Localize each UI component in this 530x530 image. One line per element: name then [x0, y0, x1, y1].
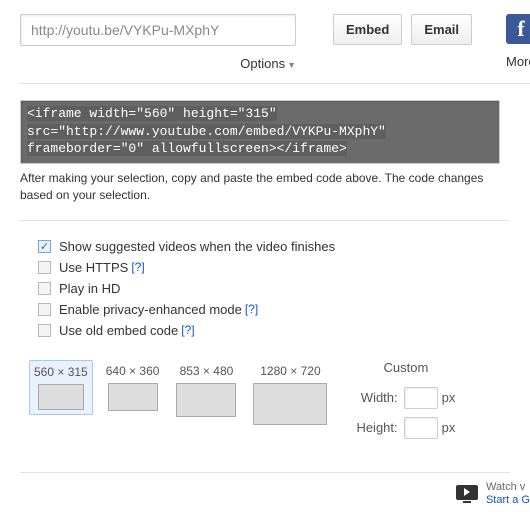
divider [20, 83, 530, 84]
embed-code-textarea[interactable]: <iframe width="560" height="315" src="ht… [20, 100, 500, 164]
option-3[interactable]: ✓ Enable privacy-enhanced mode [?] [38, 302, 530, 317]
checkbox[interactable]: ✓ [38, 282, 51, 295]
width-label: Width: [361, 390, 398, 405]
chevron-down-icon: ▼ [287, 60, 296, 70]
option-0[interactable]: ✓ Show suggested videos when the video fi… [38, 239, 530, 254]
option-label: Use HTTPS [59, 260, 128, 275]
size-label: 1280 × 720 [260, 364, 320, 378]
more-toggle[interactable]: More▼ [506, 54, 530, 69]
height-label: Height: [356, 420, 397, 435]
options-toggle[interactable]: Options▼ [20, 56, 296, 71]
option-label: Show suggested videos when the video fin… [59, 239, 335, 254]
embed-options: ✓ Show suggested videos when the video fi… [38, 239, 530, 338]
size-label: 640 × 360 [106, 364, 160, 378]
help-icon[interactable]: [?] [181, 323, 194, 337]
checkbox[interactable]: ✓ [38, 303, 51, 316]
custom-title: Custom [356, 360, 455, 375]
size-thumb [38, 384, 84, 410]
option-2[interactable]: ✓ Play in HD [38, 281, 530, 296]
option-label: Enable privacy-enhanced mode [59, 302, 242, 317]
height-input[interactable] [404, 417, 438, 439]
size-thumb [253, 383, 327, 425]
size-thumb [108, 383, 158, 411]
option-label: Use old embed code [59, 323, 178, 338]
footer-text: Watch v Start a G [486, 481, 530, 507]
size-thumb [176, 383, 236, 417]
share-url-input[interactable] [20, 14, 296, 46]
checkbox[interactable]: ✓ [38, 324, 51, 337]
checkbox[interactable]: ✓ [38, 261, 51, 274]
tv-icon [456, 485, 478, 503]
facebook-icon[interactable]: f [506, 14, 530, 44]
option-1[interactable]: ✓ Use HTTPS [?] [38, 260, 530, 275]
checkbox[interactable]: ✓ [38, 240, 51, 253]
size-option-1[interactable]: 640 × 360 [102, 360, 164, 415]
option-4[interactable]: ✓ Use old embed code [?] [38, 323, 530, 338]
divider [20, 472, 510, 473]
email-button[interactable]: Email [411, 14, 472, 45]
option-label: Play in HD [59, 281, 120, 296]
width-input[interactable] [404, 387, 438, 409]
size-options: 560 × 315 640 × 360 853 × 480 1280 × 720 Cus… [29, 360, 530, 447]
custom-size: CustomWidth:pxHeight:px [356, 360, 455, 447]
size-label: 853 × 480 [180, 364, 234, 378]
divider [20, 220, 510, 221]
embed-button[interactable]: Embed [333, 14, 402, 45]
help-icon[interactable]: [?] [131, 260, 144, 274]
size-label: 560 × 315 [34, 365, 88, 379]
help-icon[interactable]: [?] [245, 302, 258, 316]
start-link[interactable]: Start a G [486, 494, 530, 507]
size-option-3[interactable]: 1280 × 720 [249, 360, 331, 429]
size-option-2[interactable]: 853 × 480 [172, 360, 240, 421]
help-text: After making your selection, copy and pa… [20, 170, 500, 204]
size-option-0[interactable]: 560 × 315 [29, 360, 93, 415]
